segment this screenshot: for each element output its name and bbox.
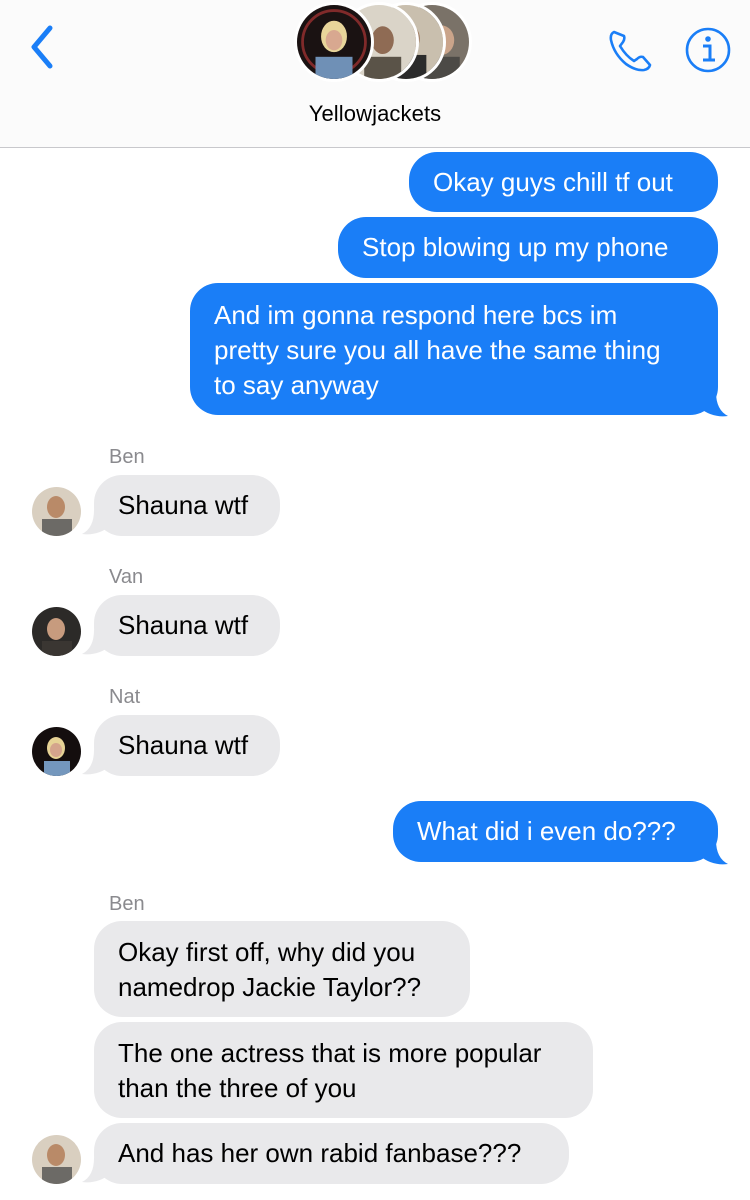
incoming-message[interactable]: Shauna wtf [94, 715, 280, 776]
message-text: Shauna wtf [118, 730, 249, 760]
chevron-left-icon [31, 25, 53, 69]
conversation-header: Yellowjackets [0, 0, 750, 148]
sender-name: Ben [109, 893, 145, 915]
avatar [294, 2, 374, 82]
outgoing-message[interactable]: Stop blowing up my phone [338, 217, 718, 278]
message-line: And im gonna respond here bcs im [214, 300, 618, 330]
sender-avatar[interactable] [32, 1135, 81, 1184]
sender-name: Ben [109, 446, 145, 468]
incoming-message[interactable]: Shauna wtf [94, 595, 280, 656]
message-text: Shauna wtf [118, 490, 249, 520]
incoming-message[interactable]: Shauna wtf [94, 475, 280, 536]
message-line: The one actress that is more popular [118, 1038, 542, 1068]
message-line: to say anyway [214, 370, 379, 400]
message-line: namedrop Jackie Taylor?? [118, 972, 422, 1002]
message-text: Shauna wtf [118, 610, 249, 640]
message-text: And has her own rabid fanbase??? [118, 1138, 522, 1168]
outgoing-message[interactable]: What did i even do??? [393, 801, 718, 862]
sender-name: Van [109, 566, 144, 588]
sender-name: Nat [109, 686, 141, 708]
info-icon [685, 27, 731, 73]
message-text: What did i even do??? [417, 816, 676, 846]
message-line: pretty sure you all have the same thing [214, 335, 661, 365]
group-avatars[interactable] [294, 0, 474, 88]
call-button[interactable] [604, 24, 656, 76]
message-line: Okay first off, why did you [118, 937, 416, 967]
message-text: Okay guys chill tf out [433, 167, 673, 197]
sender-avatar[interactable] [32, 727, 81, 776]
sender-avatar[interactable] [32, 487, 81, 536]
bubble-tail [700, 392, 728, 417]
sender-avatar[interactable] [32, 607, 81, 656]
bubble-tail [700, 840, 728, 865]
outgoing-message[interactable]: Okay guys chill tf out [409, 152, 718, 212]
message-line: than the three of you [118, 1073, 357, 1103]
outgoing-message[interactable]: And im gonna respond here bcs im pretty … [190, 283, 718, 415]
phone-icon [609, 30, 652, 72]
incoming-message[interactable]: Okay first off, why did you namedrop Jac… [94, 921, 470, 1017]
back-button[interactable] [22, 20, 66, 74]
info-button[interactable] [684, 26, 732, 74]
incoming-message[interactable]: The one actress that is more popular tha… [94, 1022, 593, 1118]
message-text: Stop blowing up my phone [362, 232, 669, 262]
incoming-message[interactable]: And has her own rabid fanbase??? [94, 1123, 569, 1184]
conversation-title[interactable]: Yellowjackets [0, 101, 750, 127]
